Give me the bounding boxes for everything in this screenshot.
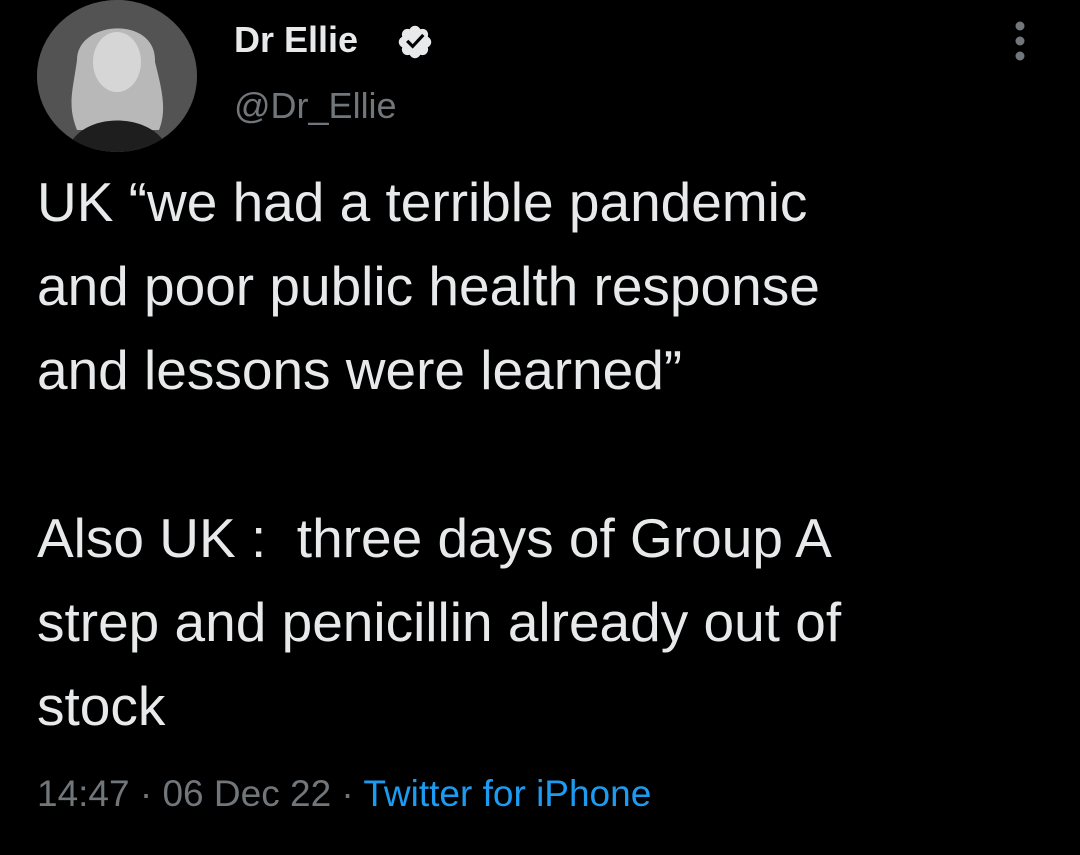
tweet-text: UK “we had a terrible pandemic and poor … <box>37 171 842 737</box>
more-vertical-icon[interactable] <box>1000 16 1040 66</box>
avatar[interactable] <box>37 0 197 152</box>
tweet-time[interactable]: 14:47 <box>37 773 130 814</box>
tweet-card: Dr Ellie @Dr_Ellie UK “we had a terrible… <box>0 0 1080 855</box>
author-display-name[interactable]: Dr Ellie <box>234 18 358 62</box>
author-handle[interactable]: @Dr_Ellie <box>234 84 397 128</box>
tweet-source-link[interactable]: Twitter for iPhone <box>363 773 651 814</box>
meta-separator: · <box>129 773 163 814</box>
meta-separator: · <box>331 773 364 814</box>
verified-badge-icon <box>398 25 432 59</box>
tweet-metadata: 14:47 · 06 Dec 22 · Twitter for iPhone <box>37 770 651 818</box>
tweet-date[interactable]: 06 Dec 22 <box>162 773 331 814</box>
